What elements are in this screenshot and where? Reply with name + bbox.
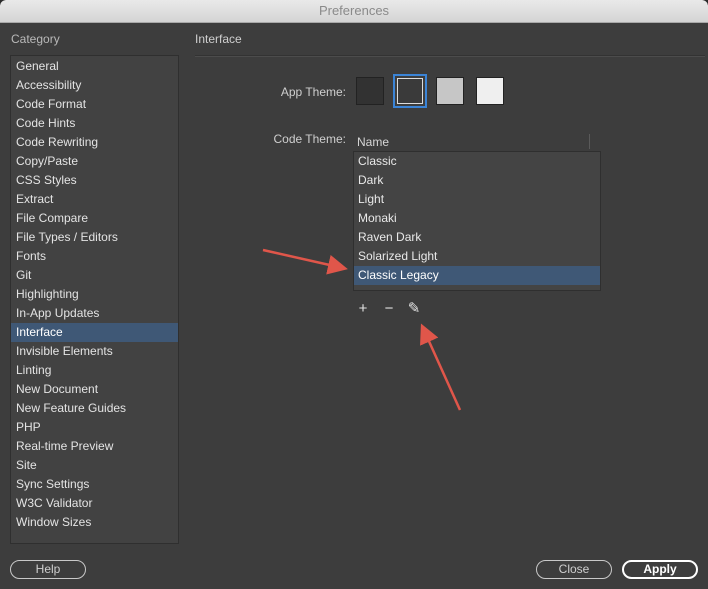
code-theme-list-header[interactable]: Name <box>353 133 601 151</box>
sidebar-item-interface[interactable]: Interface <box>11 323 178 342</box>
arrow-to-classic-legacy <box>262 248 348 275</box>
sidebar-item-code-rewriting[interactable]: Code Rewriting <box>11 133 178 152</box>
sidebar-item-php[interactable]: PHP <box>11 418 178 437</box>
sidebar-item-sync-settings[interactable]: Sync Settings <box>11 475 178 494</box>
apply-button[interactable]: Apply <box>622 560 698 579</box>
column-separator <box>589 134 590 149</box>
sidebar-item-copy-paste[interactable]: Copy/Paste <box>11 152 178 171</box>
sidebar-item-w3c-validator[interactable]: W3C Validator <box>11 494 178 513</box>
sidebar-item-general[interactable]: General <box>11 57 178 76</box>
name-column-header: Name <box>357 135 390 149</box>
arrow-to-edit-icon <box>420 323 462 411</box>
code-theme-item-raven-dark[interactable]: Raven Dark <box>354 228 600 247</box>
section-divider <box>195 55 705 57</box>
section-title: Interface <box>195 32 242 46</box>
code-theme-item-light[interactable]: Light <box>354 190 600 209</box>
app-theme-swatch-lightest[interactable] <box>476 77 504 105</box>
category-label: Category <box>11 32 60 46</box>
code-theme-item-classic-legacy[interactable]: Classic Legacy <box>354 266 600 285</box>
sidebar-item-git[interactable]: Git <box>11 266 178 285</box>
sidebar-item-code-format[interactable]: Code Format <box>11 95 178 114</box>
code-theme-item-solarized-light[interactable]: Solarized Light <box>354 247 600 266</box>
sidebar-item-highlighting[interactable]: Highlighting <box>11 285 178 304</box>
sidebar-item-code-hints[interactable]: Code Hints <box>11 114 178 133</box>
sidebar-item-accessibility[interactable]: Accessibility <box>11 76 178 95</box>
category-list: General Accessibility Code Format Code Hint… <box>10 55 179 544</box>
app-theme-label: App Theme: <box>280 85 346 99</box>
sidebar-item-fonts[interactable]: Fonts <box>11 247 178 266</box>
sidebar-item-file-compare[interactable]: File Compare <box>11 209 178 228</box>
code-theme-item-dark[interactable]: Dark <box>354 171 600 190</box>
sidebar-item-file-types-editors[interactable]: File Types / Editors <box>11 228 178 247</box>
sidebar-item-linting[interactable]: Linting <box>11 361 178 380</box>
edit-theme-button[interactable]: ✎ <box>406 301 422 317</box>
sidebar-item-extract[interactable]: Extract <box>11 190 178 209</box>
app-theme-swatch-darkest[interactable] <box>356 77 384 105</box>
sidebar-item-css-styles[interactable]: CSS Styles <box>11 171 178 190</box>
code-theme-item-monaki[interactable]: Monaki <box>354 209 600 228</box>
app-theme-swatch-light[interactable] <box>436 77 464 105</box>
sidebar-item-window-sizes[interactable]: Window Sizes <box>11 513 178 532</box>
code-theme-list: Classic Dark Light Monaki Raven Dark Solarize… <box>353 151 601 291</box>
code-theme-label: Code Theme: <box>273 132 347 146</box>
pencil-icon: ✎ <box>407 300 421 317</box>
app-theme-swatch-dark[interactable] <box>397 78 423 104</box>
window-title: Preferences <box>0 0 708 23</box>
sidebar-item-in-app-updates[interactable]: In-App Updates <box>11 304 178 323</box>
sidebar-item-invisible-elements[interactable]: Invisible Elements <box>11 342 178 361</box>
close-button[interactable]: Close <box>536 560 612 579</box>
sidebar-item-site[interactable]: Site <box>11 456 178 475</box>
preferences-window: Preferences Category General Accessibilit… <box>0 0 708 589</box>
sidebar-item-real-time-preview[interactable]: Real-time Preview <box>11 437 178 456</box>
help-button[interactable]: Help <box>10 560 86 579</box>
sidebar-item-new-feature-guides[interactable]: New Feature Guides <box>11 399 178 418</box>
sidebar-item-new-document[interactable]: New Document <box>11 380 178 399</box>
code-theme-item-classic[interactable]: Classic <box>354 152 600 171</box>
add-theme-button[interactable]: + <box>355 301 371 317</box>
remove-theme-button[interactable]: − <box>381 301 397 317</box>
